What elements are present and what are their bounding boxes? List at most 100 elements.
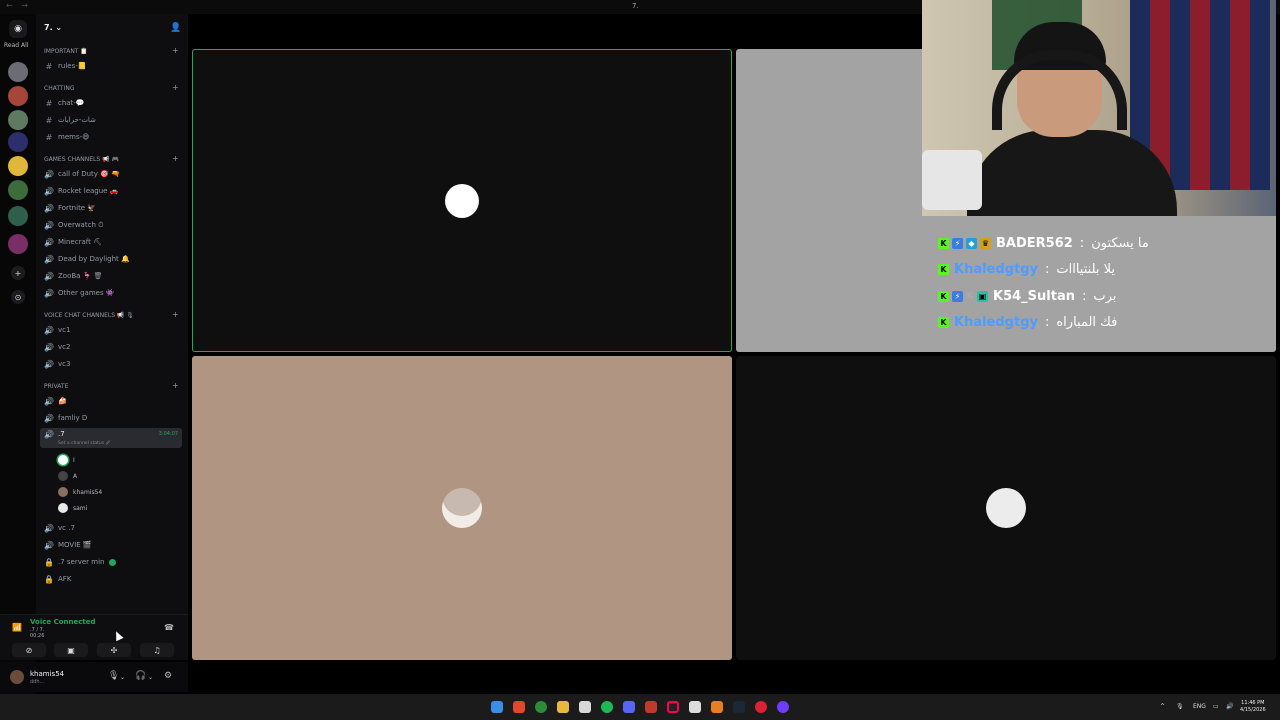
channel-vc7[interactable]: 🔊 vc .7 bbox=[44, 522, 75, 534]
chat-username: Khaledgtgy bbox=[954, 315, 1038, 331]
server-icon[interactable] bbox=[8, 156, 28, 176]
activities-button[interactable]: ✣ bbox=[97, 643, 131, 657]
channel-mems[interactable]: # mems-😄 bbox=[44, 131, 90, 143]
add-channel-icon[interactable]: + bbox=[172, 381, 179, 390]
server-icon[interactable] bbox=[8, 62, 28, 82]
add-channel-icon[interactable]: + bbox=[172, 154, 179, 163]
screen-share-button[interactable]: ▣ bbox=[54, 643, 88, 657]
app-icon[interactable] bbox=[711, 701, 723, 713]
volume-icon[interactable]: 🔊 bbox=[1226, 703, 1233, 710]
language-indicator[interactable]: ENG bbox=[1193, 703, 1206, 710]
category-private[interactable]: PRIVATE bbox=[44, 383, 68, 390]
channel-afk[interactable]: 🔒 AFK bbox=[44, 573, 71, 585]
channel-zooba[interactable]: 🔊 ZooBa 🦩 🗑 bbox=[44, 270, 103, 282]
app-icon[interactable] bbox=[755, 701, 767, 713]
server-name[interactable]: 7. ⌄ bbox=[44, 23, 62, 32]
soundboard-button[interactable]: ♫ bbox=[140, 643, 174, 657]
add-friend-icon[interactable]: 👤 bbox=[170, 23, 181, 33]
channel-chat-ar[interactable]: # شات-حرايات bbox=[44, 114, 96, 126]
channel-movie[interactable]: 🔊 MOVIE 🎬 bbox=[44, 539, 92, 551]
chevron-up-icon[interactable]: ^ bbox=[1160, 703, 1165, 710]
add-channel-icon[interactable]: + bbox=[172, 310, 179, 319]
channel-rocket-league[interactable]: 🔊 Rocket league 🚗 bbox=[44, 185, 118, 197]
server-icon[interactable] bbox=[8, 234, 28, 254]
headphones-icon[interactable]: 🎧 bbox=[135, 671, 146, 681]
system-clock[interactable]: 11:46 PM 4/15/2026 bbox=[1240, 700, 1266, 714]
voice-user[interactable]: khamis54 bbox=[58, 486, 102, 498]
discover-icon[interactable]: ⊙ bbox=[11, 290, 25, 304]
gear-icon[interactable]: ⚙ bbox=[164, 671, 172, 681]
chevron-down-icon[interactable]: ⌄ bbox=[120, 674, 125, 681]
add-channel-icon[interactable]: + bbox=[172, 83, 179, 92]
avatar[interactable] bbox=[10, 670, 24, 684]
channel-private-1[interactable]: 🔊 🍰 bbox=[44, 395, 67, 407]
channel-chat[interactable]: # chat-💬 bbox=[44, 97, 85, 109]
channel-cod[interactable]: 🔊 call of Duty 🎯 🔫 bbox=[44, 168, 120, 180]
channel-vc2[interactable]: 🔊 vc2 bbox=[44, 341, 70, 353]
avatar bbox=[58, 503, 68, 513]
store-icon[interactable] bbox=[579, 701, 591, 713]
speaker-icon: 🔊 bbox=[44, 325, 54, 335]
server-icon[interactable] bbox=[8, 86, 28, 106]
avatar bbox=[58, 471, 68, 481]
brave-icon[interactable] bbox=[513, 701, 525, 713]
mic-tray-icon[interactable]: 🎙 bbox=[1176, 703, 1184, 710]
voice-elapsed: 00:26 bbox=[30, 633, 45, 639]
voice-user[interactable]: A bbox=[58, 470, 77, 482]
back-forward-icons[interactable]: ← → bbox=[6, 1, 31, 10]
voice-user[interactable]: sami bbox=[58, 502, 87, 514]
app-icon[interactable] bbox=[645, 701, 657, 713]
server-icon[interactable] bbox=[8, 180, 28, 200]
voice-connected-title[interactable]: Voice Connected bbox=[30, 618, 96, 626]
set-status-link[interactable]: Set a channel status 🖉 bbox=[58, 439, 110, 447]
windows-start-icon[interactable] bbox=[491, 701, 503, 713]
obs-icon[interactable] bbox=[777, 701, 789, 713]
microphone-icon[interactable]: 🎙 bbox=[108, 671, 119, 681]
chat-text: يلا بلنتيااات bbox=[1056, 262, 1115, 278]
username[interactable]: khamis54 bbox=[30, 670, 64, 678]
xbox-icon[interactable] bbox=[535, 701, 547, 713]
speaker-icon: 🔊 bbox=[44, 186, 54, 196]
discord-home-icon[interactable]: ◉ bbox=[9, 20, 27, 38]
channel-vc1[interactable]: 🔊 vc1 bbox=[44, 324, 70, 336]
crown-badge-icon: ♛ bbox=[980, 237, 991, 249]
channel-overwatch[interactable]: 🔊 Overwatch ⏱ bbox=[44, 219, 104, 231]
connection-icon[interactable]: 📶 bbox=[12, 623, 22, 632]
channel-rules[interactable]: # rules-📒 bbox=[44, 60, 87, 72]
display-icon[interactable]: ▭ bbox=[1213, 703, 1219, 710]
participant-tile[interactable] bbox=[192, 356, 732, 660]
server-icon[interactable] bbox=[8, 206, 28, 226]
tiktok-icon[interactable] bbox=[667, 701, 679, 713]
participant-tile[interactable] bbox=[736, 356, 1276, 660]
category-games[interactable]: Games channels 📢 🎮 bbox=[44, 156, 119, 163]
channel-fortnite[interactable]: 🔊 Fortnite 🦅 bbox=[44, 202, 96, 214]
server-icon[interactable] bbox=[8, 132, 28, 152]
capcut-icon[interactable] bbox=[689, 701, 701, 713]
file-explorer-icon[interactable] bbox=[557, 701, 569, 713]
camera-off-icon: ⊘ bbox=[25, 645, 33, 655]
channel-other-games[interactable]: 🔊 Other games 👾 bbox=[44, 287, 115, 299]
speaker-icon: 🔊 bbox=[44, 271, 54, 281]
category-chatting[interactable]: CHATTING bbox=[44, 85, 74, 92]
channel-minecraft[interactable]: 🔊 Minecraft ⛏ bbox=[44, 236, 102, 248]
server-icon[interactable] bbox=[8, 110, 28, 130]
channel-active-voice[interactable]: 🔊 .7 3:04:07 Set a channel status 🖉 bbox=[40, 428, 182, 448]
speaker-icon: 🔊 bbox=[44, 540, 54, 550]
disconnect-icon[interactable]: ☎ bbox=[164, 623, 174, 632]
channel-vc3[interactable]: 🔊 vc3 bbox=[44, 358, 70, 370]
read-all-button[interactable]: Read All bbox=[4, 42, 28, 49]
category-important[interactable]: IMPORTANT 📋 bbox=[44, 48, 88, 55]
add-server-icon[interactable]: + bbox=[11, 266, 25, 280]
channel-dbd[interactable]: 🔊 Dead by Daylight 🔔 bbox=[44, 253, 130, 265]
channel-family[interactable]: 🔊 famliy D bbox=[44, 412, 87, 424]
add-channel-icon[interactable]: + bbox=[172, 46, 179, 55]
channel-server-min[interactable]: 🔒 .7 server min bbox=[44, 556, 116, 568]
participant-tile[interactable] bbox=[192, 49, 732, 352]
discord-icon[interactable] bbox=[623, 701, 635, 713]
category-voice[interactable]: Voice Chat Channels 📢 🎙 bbox=[44, 312, 134, 319]
spotify-icon[interactable] bbox=[601, 701, 613, 713]
chevron-down-icon[interactable]: ⌄ bbox=[148, 674, 153, 681]
steam-icon[interactable] bbox=[733, 701, 745, 713]
camera-off-button[interactable]: ⊘ bbox=[12, 643, 46, 657]
voice-user[interactable]: I bbox=[58, 454, 75, 466]
